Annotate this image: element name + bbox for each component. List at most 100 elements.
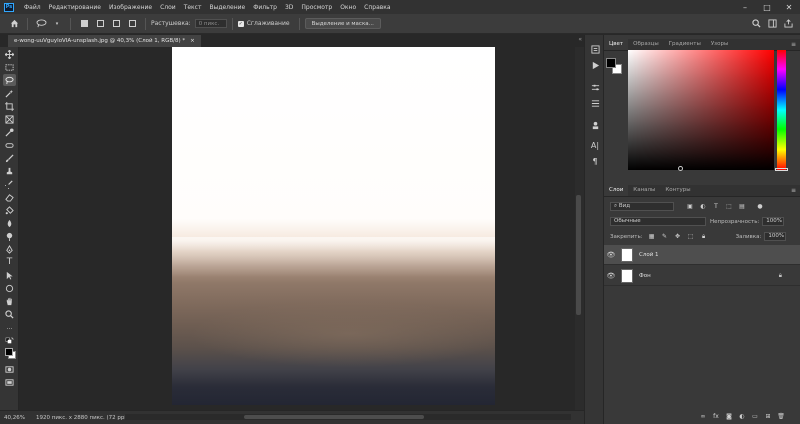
tab-swatches[interactable]: Образцы xyxy=(628,39,664,50)
opacity-input[interactable]: 100% xyxy=(762,217,785,226)
actions-play-icon[interactable] xyxy=(589,59,601,71)
vertical-scroll-thumb[interactable] xyxy=(576,195,581,315)
paragraph-panel-icon[interactable]: ¶ xyxy=(589,155,601,167)
more-tools-icon[interactable]: ··· xyxy=(3,323,16,335)
document-image[interactable] xyxy=(172,47,495,405)
menu-layer[interactable]: Слои xyxy=(156,4,180,11)
frame-tool-icon[interactable] xyxy=(3,113,16,125)
quick-mask-icon[interactable] xyxy=(3,363,16,375)
filter-smart-object-icon[interactable]: ▤ xyxy=(738,203,746,211)
group-icon[interactable]: ▭ xyxy=(750,412,760,422)
menu-select[interactable]: Выделение xyxy=(205,4,249,11)
default-colors-icon[interactable] xyxy=(3,335,16,347)
tab-paths[interactable]: Контуры xyxy=(660,185,695,196)
close-tab-icon[interactable]: × xyxy=(190,35,195,47)
foreground-background-swatch[interactable] xyxy=(3,347,16,361)
marquee-tool-icon[interactable] xyxy=(3,61,16,73)
spot-healing-tool-icon[interactable] xyxy=(3,139,16,151)
add-to-selection-icon[interactable] xyxy=(94,18,106,30)
dodge-tool-icon[interactable] xyxy=(3,230,16,242)
feather-input[interactable]: 0 пикс. xyxy=(194,19,227,28)
visibility-eye-icon[interactable]: 👁︎ xyxy=(604,272,618,280)
libraries-panel-icon[interactable] xyxy=(589,119,601,131)
document-tab[interactable]: e-wong-uuVguyloVIA-unsplash.jpg @ 40,3% … xyxy=(8,35,201,47)
zoom-level[interactable]: 40,26% xyxy=(4,415,26,421)
eyedropper-tool-icon[interactable] xyxy=(3,126,16,138)
menu-edit[interactable]: Редактирование xyxy=(45,4,105,11)
menu-type[interactable]: Текст xyxy=(180,4,206,11)
filter-pixel-icon[interactable]: ▣ xyxy=(686,203,694,211)
magic-wand-tool-icon[interactable] xyxy=(3,87,16,99)
history-panel-icon[interactable] xyxy=(589,43,601,55)
adjustment-icon[interactable]: ◐ xyxy=(737,412,747,422)
horizontal-scroll-thumb[interactable] xyxy=(244,415,424,419)
tab-channels[interactable]: Каналы xyxy=(628,185,660,196)
shape-tool-icon[interactable] xyxy=(3,282,16,294)
new-selection-icon[interactable] xyxy=(78,18,90,30)
lock-position-icon[interactable]: ✥ xyxy=(674,233,682,241)
lock-all-icon[interactable]: 🔒︎ xyxy=(700,233,708,241)
link-icon[interactable]: ∞ xyxy=(698,412,708,422)
mask-icon[interactable]: ◙ xyxy=(724,412,734,422)
lock-pixels-icon[interactable]: ▦ xyxy=(648,233,656,241)
layer-row-layer1[interactable]: 👁︎ Слой 1 xyxy=(604,245,800,265)
trash-icon[interactable]: 🗑︎ xyxy=(776,412,786,422)
close-window-button[interactable]: ✕ xyxy=(778,0,800,14)
subtract-from-selection-icon[interactable] xyxy=(110,18,122,30)
hue-slider-marker[interactable] xyxy=(775,168,788,171)
visibility-eye-icon[interactable]: 👁︎ xyxy=(604,251,618,259)
filter-type-icon[interactable]: T xyxy=(712,203,720,211)
menu-view[interactable]: Просмотр xyxy=(297,4,336,11)
character-panel-icon[interactable]: A| xyxy=(589,139,601,151)
history-brush-tool-icon[interactable] xyxy=(3,178,16,190)
pen-tool-icon[interactable] xyxy=(3,243,16,255)
tab-patterns[interactable]: Узоры xyxy=(706,39,733,50)
menu-image[interactable]: Изображение xyxy=(105,4,156,11)
move-tool-icon[interactable] xyxy=(3,48,16,60)
menu-help[interactable]: Справка xyxy=(360,4,394,11)
lasso-tool-preset-icon[interactable] xyxy=(35,18,47,30)
filter-shape-icon[interactable]: ⬚ xyxy=(725,203,733,211)
hand-tool-icon[interactable] xyxy=(3,295,16,307)
chevron-down-icon[interactable]: ▾ xyxy=(51,18,63,30)
layer-filter-select[interactable]: ⌕ Вид xyxy=(610,202,674,211)
adjustments-panel-icon[interactable] xyxy=(589,81,601,93)
maximize-button[interactable]: □ xyxy=(756,0,778,14)
zoom-tool-icon[interactable] xyxy=(3,308,16,320)
panel-menu-icon[interactable]: ≡ xyxy=(791,41,796,48)
brush-tool-icon[interactable] xyxy=(3,152,16,164)
panel-menu-icon[interactable]: ≡ xyxy=(791,187,796,194)
new-layer-icon[interactable]: ⊞ xyxy=(763,412,773,422)
filter-toggle-icon[interactable]: ● xyxy=(756,203,764,211)
intersect-selection-icon[interactable] xyxy=(126,18,138,30)
layer-row-background[interactable]: 👁︎ Фон 🔒︎ xyxy=(604,266,800,286)
tab-color[interactable]: Цвет xyxy=(604,39,629,50)
paint-bucket-tool-icon[interactable] xyxy=(3,204,16,216)
menu-filter[interactable]: Фильтр xyxy=(249,4,281,11)
share-icon[interactable] xyxy=(782,17,794,29)
menu-window[interactable]: Окно xyxy=(336,4,360,11)
screen-mode-icon[interactable] xyxy=(3,376,16,388)
photoshop-logo-icon[interactable]: Ps xyxy=(4,2,14,12)
menu-file[interactable]: Файл xyxy=(20,4,45,11)
tab-layers[interactable]: Слои xyxy=(604,185,629,196)
eraser-tool-icon[interactable] xyxy=(3,191,16,203)
collapse-panels-icon[interactable]: « xyxy=(578,36,582,43)
minimize-button[interactable]: – xyxy=(734,0,756,14)
color-picker-marker[interactable] xyxy=(678,166,683,171)
foreground-color-swatch[interactable] xyxy=(606,58,616,68)
select-and-mask-button[interactable]: Выделение и маска... xyxy=(304,18,381,29)
filter-adjustment-icon[interactable]: ◐ xyxy=(699,203,707,211)
type-tool-icon[interactable]: T xyxy=(3,256,16,268)
crop-tool-icon[interactable] xyxy=(3,100,16,112)
fx-icon[interactable]: fx xyxy=(711,412,721,422)
hue-slider[interactable] xyxy=(777,50,786,170)
menu-3d[interactable]: 3D xyxy=(281,4,297,11)
search-icon[interactable] xyxy=(750,17,762,29)
blend-mode-select[interactable]: Обычные xyxy=(610,217,706,226)
lock-paint-icon[interactable]: ✎ xyxy=(661,233,669,241)
blur-tool-icon[interactable] xyxy=(3,217,16,229)
properties-panel-icon[interactable] xyxy=(589,97,601,109)
lasso-tool-icon[interactable] xyxy=(3,74,16,86)
color-picker-field[interactable] xyxy=(628,50,774,170)
